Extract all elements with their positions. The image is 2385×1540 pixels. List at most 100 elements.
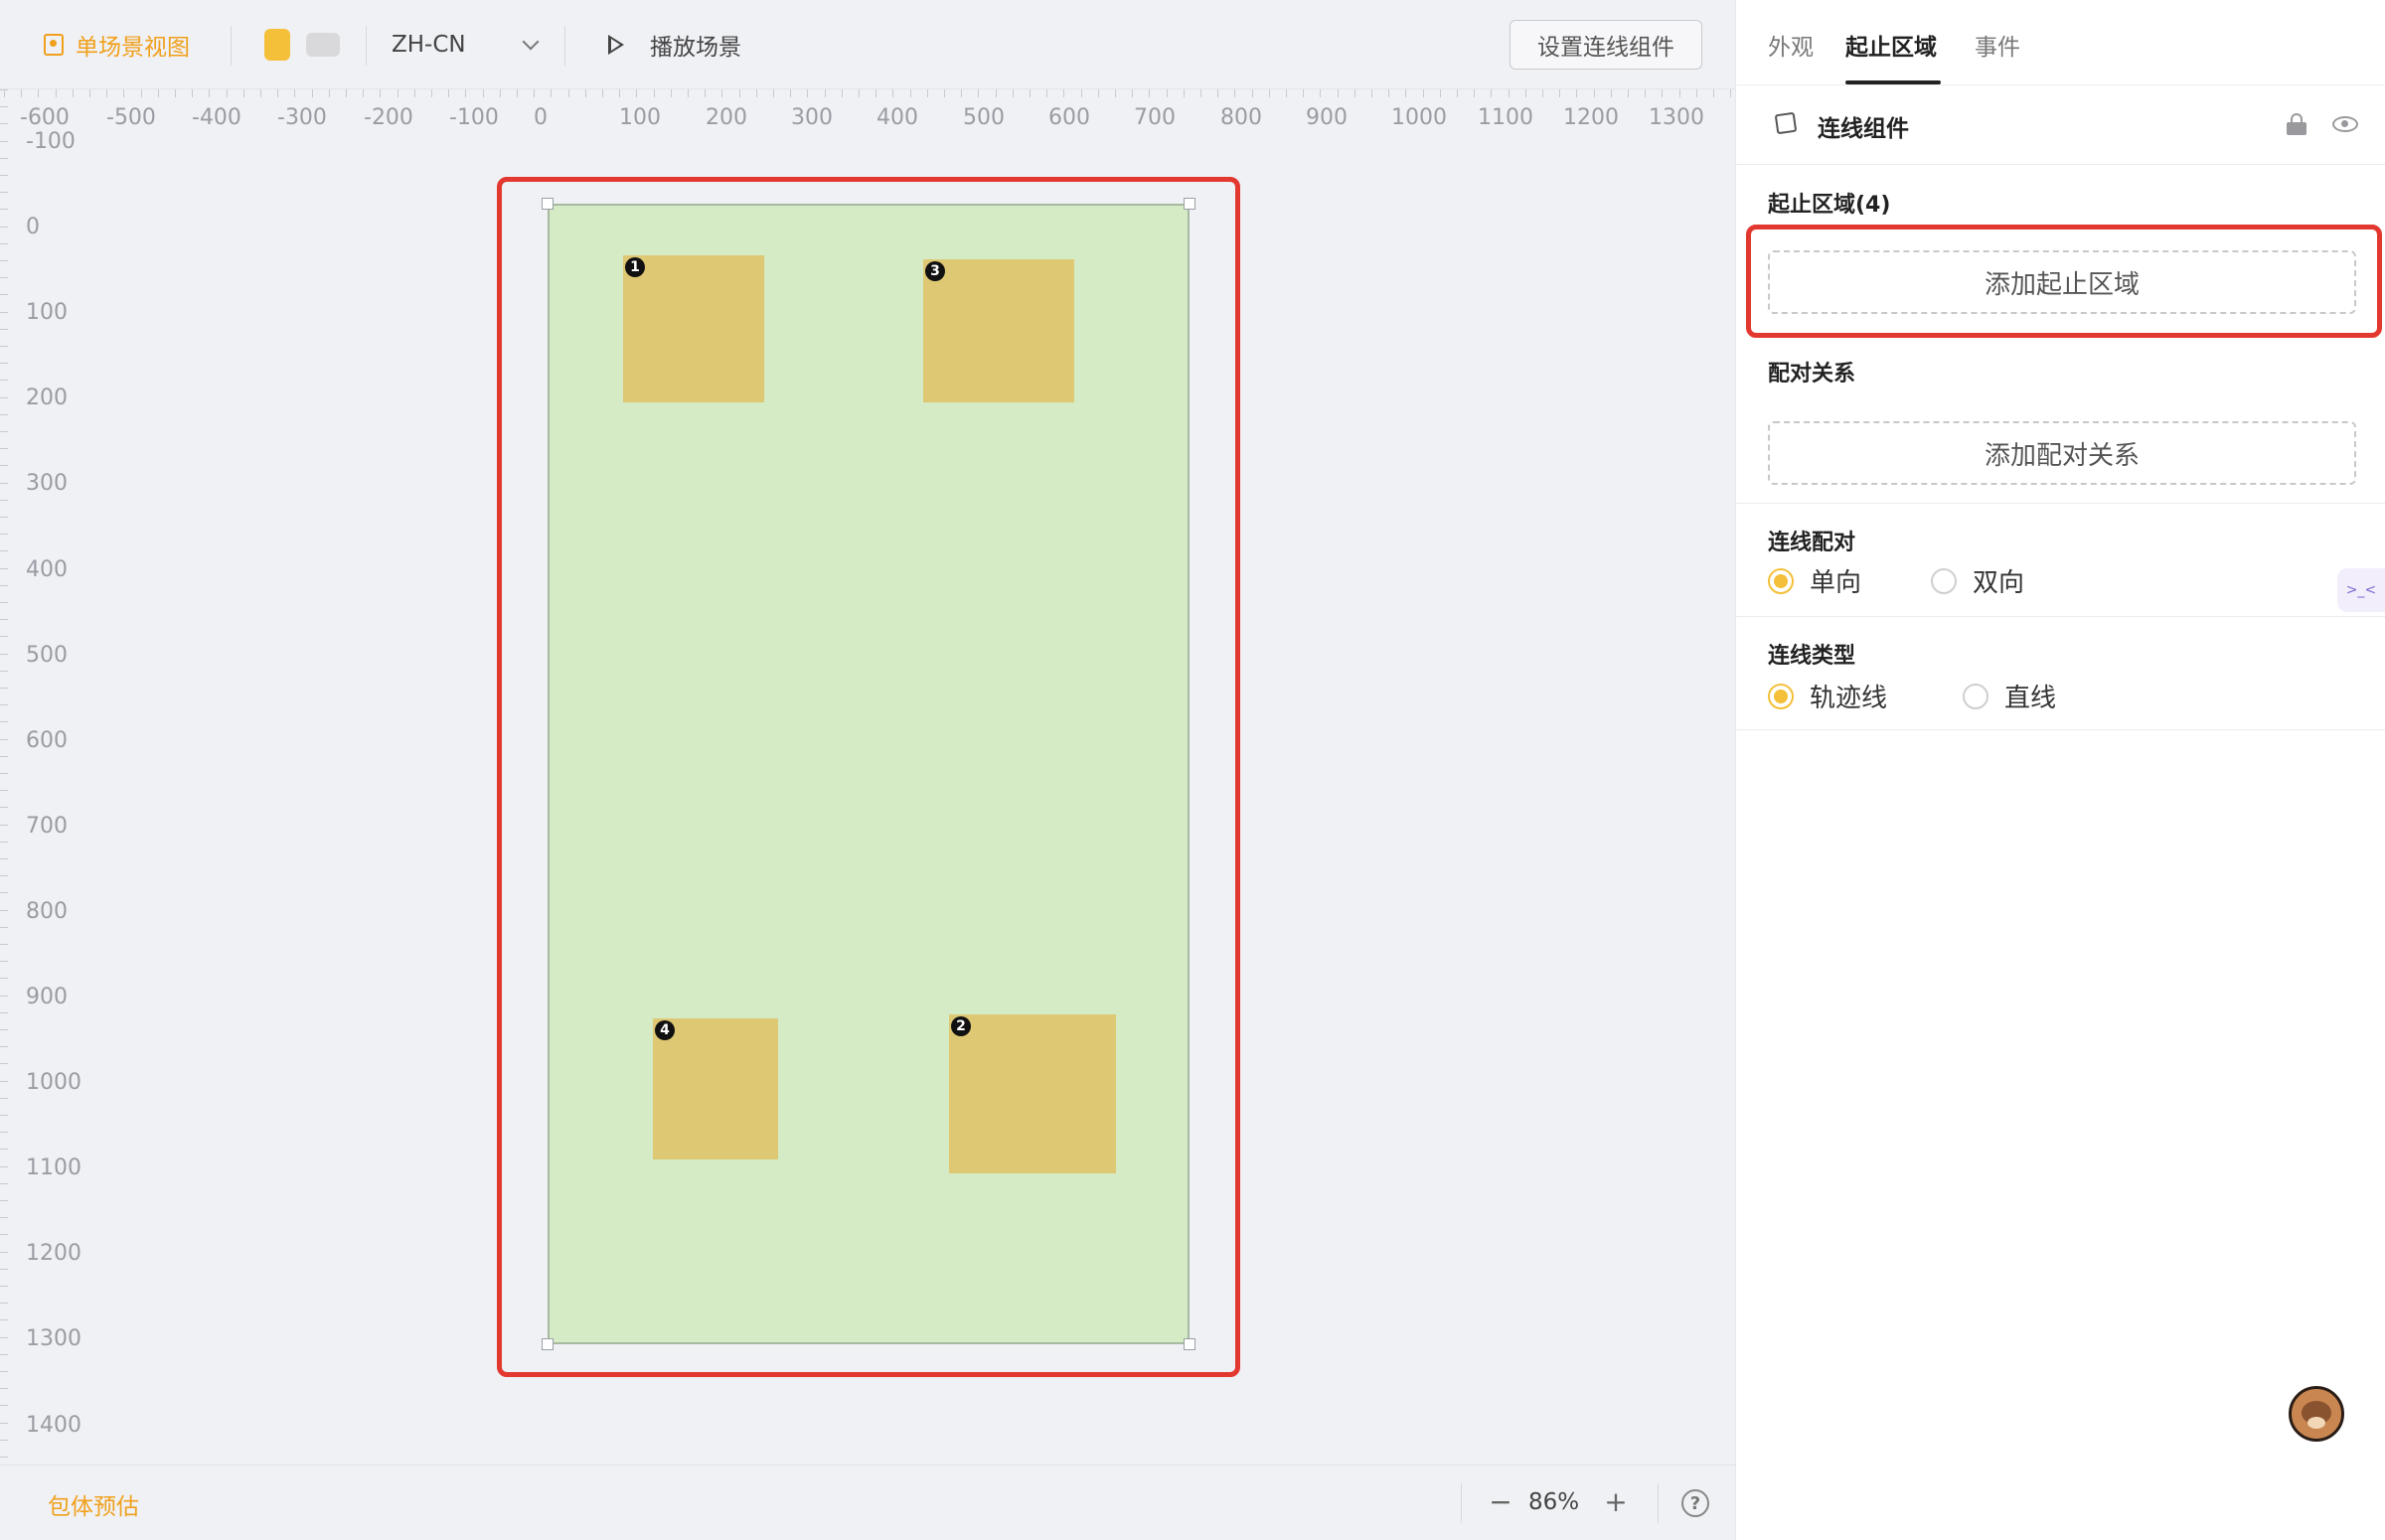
set-connector-component-button[interactable]: 设置连线组件	[1510, 20, 1702, 70]
ruler-tick	[1594, 89, 1595, 97]
ruler-tick	[56, 89, 57, 97]
user-avatar[interactable]	[2289, 1386, 2344, 1442]
radio-straight-line[interactable]: 直线	[1963, 678, 2056, 714]
start-end-zone[interactable]: 3	[923, 259, 1074, 402]
help-icon[interactable]: ?	[1681, 1489, 1709, 1517]
tab-appearance[interactable]: 外观	[1768, 28, 1814, 62]
radio-trajectory-line[interactable]: 轨迹线	[1768, 678, 1887, 714]
ruler-tick	[431, 89, 432, 97]
ruler-tick	[329, 89, 330, 97]
ruler-tick	[1491, 89, 1492, 97]
resize-handle[interactable]	[1184, 1338, 1195, 1350]
ruler-tick	[0, 704, 8, 705]
ruler-tick	[1405, 89, 1406, 97]
ruler-tick	[1611, 89, 1612, 97]
ruler-tick-label: 300	[26, 471, 68, 496]
toolbar-divider	[231, 26, 232, 66]
radio-one-way[interactable]: 单向	[1768, 562, 1861, 599]
resize-handle[interactable]	[542, 198, 554, 210]
start-end-zone[interactable]: 2	[949, 1014, 1116, 1173]
chevron-down-icon	[522, 33, 540, 51]
ruler-tick-label: 500	[26, 643, 68, 668]
resize-handle[interactable]	[542, 1338, 554, 1350]
ruler-tick	[0, 858, 8, 859]
ruler-tick	[0, 1166, 8, 1167]
puzzle-icon	[1774, 111, 1798, 135]
add-pairing-button[interactable]: 添加配对关系	[1768, 421, 2356, 485]
landscape-device-toggle[interactable]	[306, 33, 340, 57]
ruler-tick	[483, 89, 484, 97]
resize-handle[interactable]	[1184, 198, 1195, 210]
language-select[interactable]: ZH-CN	[392, 28, 543, 62]
ruler-tick	[1440, 89, 1441, 97]
play-icon	[608, 35, 624, 55]
status-bar: 包体预估 − 86% + ?	[0, 1464, 1735, 1540]
scene-stage[interactable]: 1 3 4 2	[548, 204, 1190, 1344]
ruler-tick	[568, 89, 569, 97]
ruler-tick	[0, 602, 8, 603]
ruler-tick-label: -100	[449, 105, 499, 130]
ruler-tick	[0, 1046, 8, 1047]
ruler-tick-label: 100	[26, 300, 68, 325]
line-type-title: 连线类型	[1768, 644, 1856, 669]
package-size-estimate-link[interactable]: 包体预估	[48, 1487, 139, 1521]
single-scene-view-button[interactable]: 单场景视图	[44, 28, 190, 62]
ruler-tick	[0, 106, 8, 107]
vertical-ruler[interactable]: -100 0 100 200 300 400 500 600 700 800 900 1000 1100…	[0, 89, 81, 1465]
scene-view-icon	[44, 34, 64, 56]
ruler-tick	[0, 825, 8, 826]
horizontal-ruler[interactable]: -600 -500 -400 -300 -200 -100 0 100 200 300 400 500…	[0, 89, 1735, 139]
eye-icon[interactable]	[2332, 116, 2358, 132]
ruler-tick	[1474, 89, 1475, 97]
ruler-tick	[243, 89, 244, 97]
tab-start-end-zones[interactable]: 起止区域	[1845, 28, 1937, 62]
tab-events[interactable]: 事件	[1975, 28, 2020, 62]
zone-number-badge: 4	[655, 1020, 675, 1040]
ruler-tick	[0, 892, 8, 893]
ruler-tick	[892, 89, 893, 97]
ruler-tick	[1286, 89, 1287, 97]
assistant-side-button[interactable]: >_<	[2337, 568, 2385, 612]
ruler-tick-label: 100	[619, 105, 661, 130]
ruler-tick	[1167, 89, 1168, 97]
ruler-tick-label: -500	[106, 105, 156, 130]
ruler-tick	[106, 89, 107, 97]
panel-tabs: 外观 起止区域 事件	[1736, 0, 2385, 85]
ruler-tick	[0, 1269, 8, 1270]
ruler-tick	[0, 944, 8, 945]
ruler-tick	[0, 790, 8, 791]
ruler-tick	[0, 910, 8, 911]
portrait-device-toggle[interactable]	[264, 29, 290, 61]
ruler-tick-label: 700	[26, 814, 68, 839]
zoom-level: 86%	[1528, 1489, 1580, 1515]
ruler-tick	[1098, 89, 1099, 97]
zone-number-badge: 1	[625, 257, 645, 277]
unlock-icon[interactable]	[2287, 113, 2306, 135]
ruler-tick	[1217, 89, 1218, 97]
ruler-tick	[1559, 89, 1560, 97]
zoom-out-button[interactable]: −	[1486, 1485, 1515, 1518]
play-scene-label: 播放场景	[650, 35, 741, 61]
section-divider	[1736, 616, 2385, 617]
start-end-zone[interactable]: 1	[623, 255, 764, 402]
ruler-tick	[0, 175, 8, 176]
add-start-end-zone-button[interactable]: 添加起止区域	[1768, 250, 2356, 314]
ruler-tick	[0, 1440, 8, 1441]
status-divider	[1461, 1483, 1462, 1523]
ruler-tick	[910, 89, 911, 97]
start-end-zone[interactable]: 4	[653, 1018, 778, 1159]
ruler-tick	[1662, 89, 1663, 97]
ruler-tick	[1509, 89, 1510, 97]
ruler-tick	[1132, 89, 1133, 97]
ruler-tick	[0, 431, 8, 432]
play-scene-button[interactable]: 播放场景	[608, 28, 741, 62]
ruler-tick	[0, 550, 8, 551]
ruler-tick	[0, 1337, 8, 1338]
ruler-tick	[1730, 89, 1731, 97]
zoom-in-button[interactable]: +	[1601, 1485, 1631, 1518]
radio-two-way[interactable]: 双向	[1931, 562, 2024, 599]
ruler-tick	[756, 89, 757, 97]
ruler-tick	[0, 227, 8, 228]
zones-section-title: 起止区域(4)	[1768, 193, 1891, 218]
ruler-tick-label: 1200	[26, 1241, 81, 1266]
